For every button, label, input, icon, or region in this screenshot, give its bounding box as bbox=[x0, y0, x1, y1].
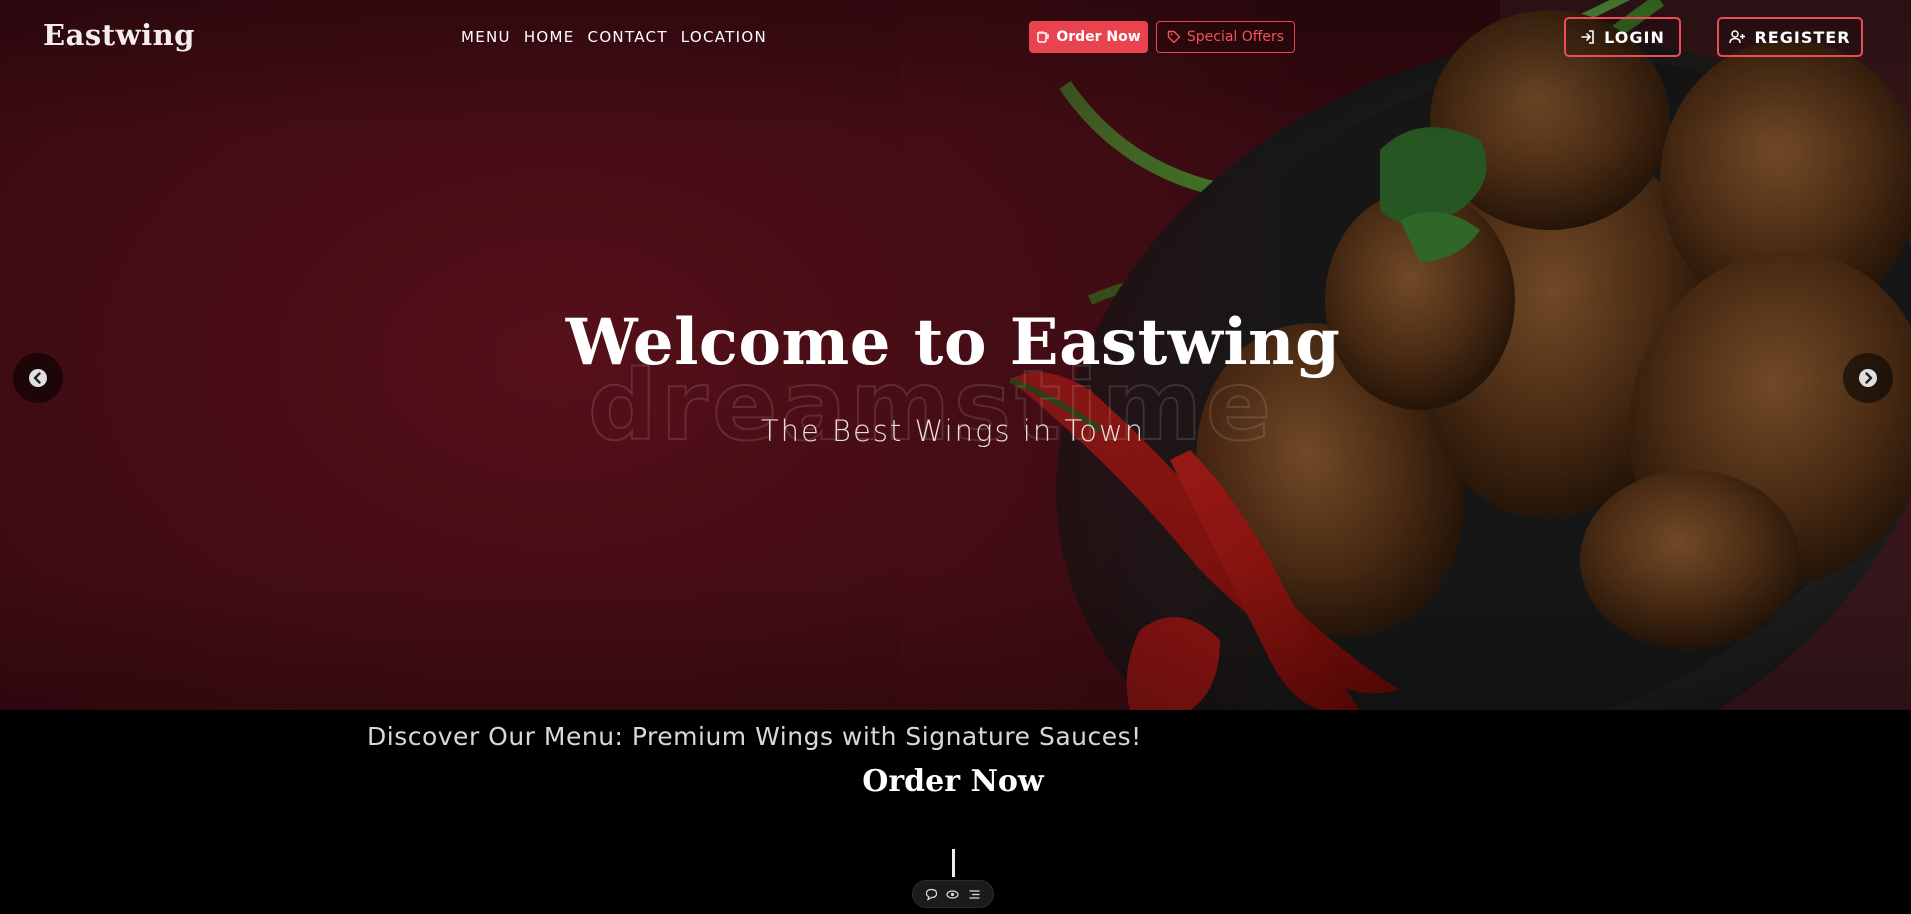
login-arrow-icon bbox=[1581, 30, 1594, 44]
floating-toolbar bbox=[912, 880, 994, 908]
register-button[interactable]: REGISTER bbox=[1717, 17, 1863, 57]
chevron-left-icon bbox=[29, 369, 47, 387]
hero-carousel: dreamstime Welcome to Eastwing The Best … bbox=[0, 0, 1911, 710]
login-button[interactable]: LOGIN bbox=[1564, 17, 1681, 57]
user-plus-icon bbox=[1729, 30, 1746, 44]
nav-location[interactable]: LOCATION bbox=[681, 28, 767, 46]
carousel-prev-button[interactable] bbox=[13, 353, 63, 403]
login-label: LOGIN bbox=[1604, 27, 1665, 47]
list-icon[interactable] bbox=[968, 888, 981, 901]
nav-menu[interactable]: MENU bbox=[461, 28, 511, 46]
cup-icon bbox=[1037, 31, 1050, 43]
navbar: Eastwing MENU HOME CONTACT LOCATION Orde… bbox=[0, 0, 1911, 76]
special-offers-button[interactable]: Special Offers bbox=[1156, 21, 1295, 53]
special-offers-label: Special Offers bbox=[1186, 29, 1285, 45]
carousel-next-button[interactable] bbox=[1843, 353, 1893, 403]
order-now-label: Order Now bbox=[1056, 29, 1141, 45]
hero-subtitle: The Best Wings in Town bbox=[760, 414, 1146, 448]
tag-icon bbox=[1167, 30, 1181, 44]
chevron-right-icon bbox=[1859, 369, 1877, 387]
order-now-heading: Order Now bbox=[862, 764, 1044, 799]
discover-tagline: Discover Our Menu: Premium Wings with Si… bbox=[367, 722, 1142, 751]
hero-title: Welcome to Eastwing bbox=[565, 305, 1341, 380]
register-label: REGISTER bbox=[1754, 27, 1851, 47]
nav-home[interactable]: HOME bbox=[524, 28, 575, 46]
brand-logo[interactable]: Eastwing bbox=[43, 18, 195, 52]
order-now-button[interactable]: Order Now bbox=[1029, 21, 1148, 53]
nav-links: MENU HOME CONTACT LOCATION bbox=[461, 28, 767, 46]
text-cursor bbox=[952, 849, 955, 877]
nav-contact[interactable]: CONTACT bbox=[588, 28, 668, 46]
eye-icon[interactable] bbox=[946, 888, 960, 901]
comment-icon[interactable] bbox=[925, 888, 938, 901]
